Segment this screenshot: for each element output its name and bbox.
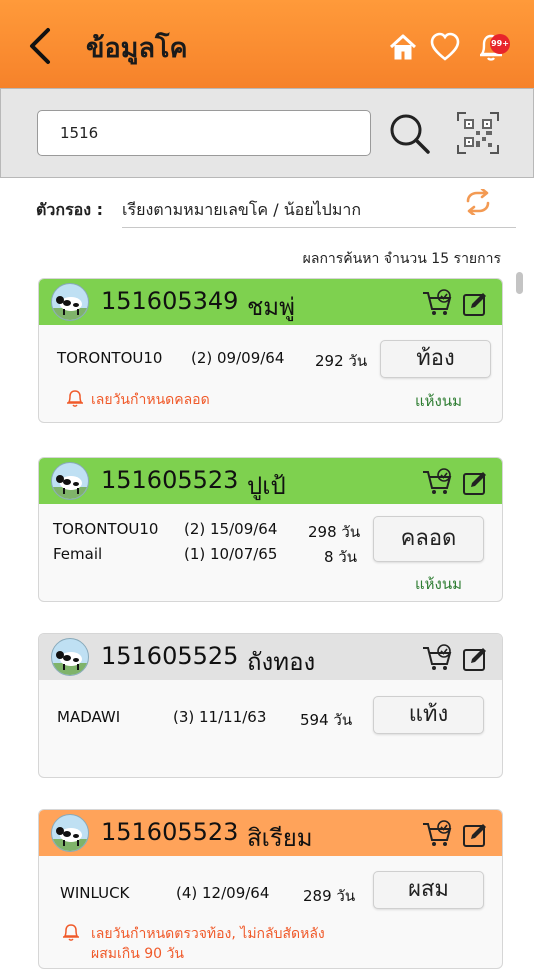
result-count: ผลการค้นหา จำนวน 15 รายการ bbox=[302, 251, 501, 267]
favorite-heart-icon[interactable] bbox=[430, 32, 460, 62]
refresh-icon[interactable] bbox=[464, 189, 492, 215]
edit-icon[interactable] bbox=[462, 822, 488, 848]
back-arrow-icon[interactable] bbox=[26, 26, 56, 66]
days-count: 298 วัน bbox=[308, 523, 361, 541]
scrollbar-track[interactable] bbox=[514, 270, 524, 950]
sire-name: TORONTOU10 bbox=[53, 520, 159, 538]
breed-date: (3) 11/11/63 bbox=[173, 708, 267, 726]
breed-date: (1) 10/07/65 bbox=[184, 545, 278, 563]
cart-check-icon[interactable] bbox=[422, 820, 452, 848]
cow-name: ชมพู่ bbox=[247, 293, 295, 321]
edit-icon[interactable] bbox=[462, 291, 488, 317]
dry-status: แห้งนม bbox=[415, 392, 463, 410]
sire-name: TORONTOU10 bbox=[57, 349, 163, 367]
status-button[interactable]: ท้อง bbox=[380, 340, 491, 378]
sire-name: MADAWI bbox=[57, 708, 121, 726]
cow-avatar bbox=[51, 814, 89, 852]
status-button[interactable]: ผสม bbox=[373, 871, 484, 909]
sort-filter-select[interactable]: เรียงตามหมายเลขโค / น้อยไปมาก bbox=[122, 198, 516, 228]
alarm-bell-icon bbox=[67, 390, 83, 407]
cow-id: 151605523 bbox=[101, 818, 239, 846]
days-count: 292 วัน bbox=[315, 352, 368, 370]
cow-card[interactable]: 151605523 สิเรียม WINLUCK (4) 12/09/64 2… bbox=[38, 809, 503, 969]
qr-scan-icon[interactable] bbox=[456, 111, 500, 155]
status-button[interactable]: คลอด bbox=[373, 516, 484, 562]
notification-badge: 99+ bbox=[490, 34, 510, 54]
filter-label: ตัวกรอง : bbox=[36, 200, 104, 219]
cow-card[interactable]: 151605523 ปูเป้ TORONTOU10 (2) 15/09/64 … bbox=[38, 457, 503, 602]
cow-name: สิเรียม bbox=[247, 824, 313, 852]
status-button[interactable]: แท้ง bbox=[373, 696, 484, 734]
dry-status: แห้งนม bbox=[415, 575, 463, 593]
alarm-bell-icon bbox=[63, 924, 79, 941]
cart-check-icon[interactable] bbox=[422, 644, 452, 672]
breed-date: (4) 12/09/64 bbox=[176, 884, 270, 902]
warning-text-line2: ผสมเกิน 90 วัน bbox=[91, 946, 184, 962]
days-count: 8 วัน bbox=[324, 548, 357, 566]
breed-date: (2) 09/09/64 bbox=[191, 349, 285, 367]
edit-icon[interactable] bbox=[462, 646, 488, 672]
home-icon[interactable] bbox=[388, 32, 418, 62]
scrollbar-thumb[interactable] bbox=[516, 272, 523, 294]
page-title: ข้อมูลโค bbox=[86, 33, 188, 64]
app-header: ข้อมูลโค 99+ bbox=[0, 0, 534, 88]
cart-check-icon[interactable] bbox=[422, 289, 452, 317]
cow-avatar bbox=[51, 462, 89, 500]
edit-icon[interactable] bbox=[462, 470, 488, 496]
sire-name: WINLUCK bbox=[60, 884, 130, 902]
warning-text: เลยวันกำหนดคลอด bbox=[91, 392, 210, 408]
sire-name: Femail bbox=[53, 545, 103, 563]
cow-avatar bbox=[51, 283, 89, 321]
search-bar bbox=[0, 88, 534, 178]
search-icon[interactable] bbox=[387, 111, 431, 155]
days-count: 594 วัน bbox=[300, 711, 353, 729]
warning-text: เลยวันกำหนดตรวจท้อง, ไม่กลับสัดหลัง bbox=[91, 926, 325, 942]
days-count: 289 วัน bbox=[303, 887, 356, 905]
search-input[interactable] bbox=[37, 110, 371, 156]
breed-date: (2) 15/09/64 bbox=[184, 520, 278, 538]
cow-card[interactable]: 151605349 ชมพู่ TORONTOU10 (2) 09/09/64 … bbox=[38, 278, 503, 423]
cart-check-icon[interactable] bbox=[422, 468, 452, 496]
cow-id: 151605523 bbox=[101, 466, 239, 494]
cow-id: 151605525 bbox=[101, 642, 239, 670]
cow-id: 151605349 bbox=[101, 287, 239, 315]
cow-avatar bbox=[51, 638, 89, 676]
cow-card[interactable]: 151605525 ถังทอง MADAWI (3) 11/11/63 594… bbox=[38, 633, 503, 778]
cow-name: ถังทอง bbox=[247, 648, 316, 676]
cow-name: ปูเป้ bbox=[247, 472, 286, 500]
